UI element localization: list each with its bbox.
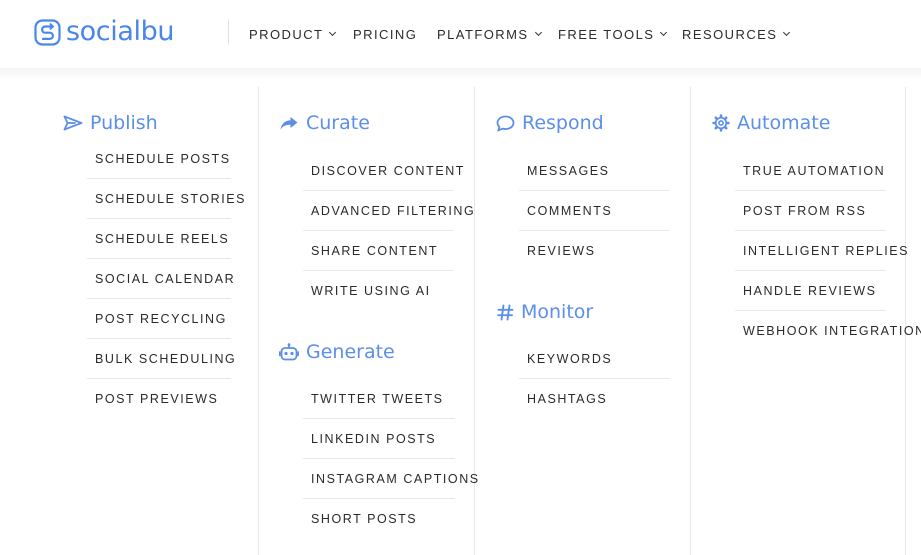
- menu-item-label: COMMENTS: [527, 203, 613, 218]
- menu-item-advanced-filtering[interactable]: ADVANCED FILTERING: [303, 191, 474, 231]
- menu-item-share-content[interactable]: SHARE CONTENT: [303, 231, 454, 271]
- curate-menu-list: DISCOVER CONTENT ADVANCED FILTERING SHAR…: [303, 151, 474, 311]
- paper-plane-icon: [63, 115, 83, 131]
- menu-item-twitter-tweets[interactable]: TWITTER TWEETS: [303, 379, 455, 419]
- menu-item-label: SCHEDULE STORIES: [95, 191, 246, 206]
- menu-item-label: SHARE CONTENT: [311, 243, 439, 258]
- section-publish: Publish: [63, 111, 158, 135]
- menu-item-label: LINKEDIN POSTS: [311, 431, 437, 446]
- menu-item-write-using-ai[interactable]: WRITE USING AI: [303, 271, 454, 311]
- menu-item-label: KEYWORDS: [527, 351, 613, 366]
- chevron-down-icon: [329, 28, 337, 37]
- menu-item-label: TWITTER TWEETS: [311, 391, 444, 406]
- header-shadow: [0, 68, 921, 80]
- menu-item-label: WRITE USING AI: [311, 284, 431, 298]
- menu-item-comments[interactable]: COMMENTS: [519, 191, 670, 231]
- menu-item-bulk-scheduling[interactable]: BULK SCHEDULING: [87, 339, 235, 379]
- gear-icon: [712, 114, 730, 132]
- nav-pricing[interactable]: PRICING: [353, 27, 437, 42]
- section-title-respond: Respond: [522, 112, 604, 134]
- nav-platforms-label: PLATFORMS: [437, 26, 529, 42]
- menu-item-label: DISCOVER CONTENT: [311, 163, 465, 178]
- menu-item-linkedin-posts[interactable]: LINKEDIN POSTS: [303, 419, 455, 459]
- menu-item-discover-content[interactable]: DISCOVER CONTENT: [303, 151, 463, 191]
- section-title-publish: Publish: [90, 112, 158, 134]
- menu-item-true-automation[interactable]: TRUE AUTOMATION: [735, 151, 885, 191]
- generate-menu-list: TWITTER TWEETS LINKEDIN POSTS INSTAGRAM …: [303, 379, 478, 539]
- column-divider: [905, 87, 906, 555]
- menu-item-post-previews[interactable]: POST PREVIEWS: [87, 379, 231, 419]
- section-curate: Curate: [279, 111, 370, 135]
- menu-item-messages[interactable]: MESSAGES: [519, 151, 670, 191]
- menu-item-short-posts[interactable]: SHORT POSTS: [303, 499, 455, 539]
- menu-item-label: INSTAGRAM CAPTIONS: [311, 471, 480, 486]
- monitor-menu-list: KEYWORDS HASHTAGS: [519, 339, 670, 419]
- menu-item-label: WEBHOOK INTEGRATION: [743, 324, 921, 338]
- menu-item-label: ADVANCED FILTERING: [311, 203, 476, 218]
- menu-item-label: POST RECYCLING: [95, 311, 227, 326]
- menu-item-social-calendar[interactable]: SOCIAL CALENDAR: [87, 259, 234, 299]
- menu-item-label: SHORT POSTS: [311, 512, 418, 526]
- nav-resources[interactable]: RESOURCES: [682, 26, 791, 42]
- nav-product-label: PRODUCT: [249, 26, 324, 42]
- chevron-down-icon: [534, 28, 542, 37]
- section-generate: Generate: [279, 340, 395, 364]
- nav-resources-label: RESOURCES: [682, 26, 778, 42]
- menu-item-schedule-stories[interactable]: SCHEDULE STORIES: [87, 179, 244, 219]
- menu-item-label: HANDLE REVIEWS: [743, 283, 877, 298]
- menu-item-intelligent-replies[interactable]: INTELLIGENT REPLIES: [735, 231, 908, 271]
- section-title-monitor: Monitor: [521, 301, 594, 323]
- menu-item-reviews[interactable]: REVIEWS: [519, 231, 670, 271]
- site-header: socialbu PRODUCT PRICING PLATFORMS FREE …: [0, 0, 921, 68]
- chat-bubble-icon: [496, 115, 515, 131]
- menu-item-post-recycling[interactable]: POST RECYCLING: [87, 299, 231, 339]
- brand-name: socialbu: [66, 16, 175, 47]
- menu-item-handle-reviews[interactable]: HANDLE REVIEWS: [735, 271, 885, 311]
- menu-item-schedule-posts[interactable]: SCHEDULE POSTS: [87, 139, 231, 179]
- publish-menu-list: SCHEDULE POSTS SCHEDULE STORIES SCHEDULE…: [87, 139, 244, 419]
- section-title-curate: Curate: [306, 112, 370, 134]
- menu-item-label: TRUE AUTOMATION: [743, 163, 886, 178]
- menu-item-label: REVIEWS: [527, 244, 596, 258]
- menu-item-label: SCHEDULE REELS: [95, 231, 230, 246]
- menu-item-label: POST PREVIEWS: [95, 392, 219, 406]
- menu-item-label: BULK SCHEDULING: [95, 351, 237, 366]
- robot-icon: [279, 343, 299, 361]
- socialbu-logo[interactable]: socialbu: [34, 15, 174, 49]
- column-divider: [258, 87, 259, 555]
- hashtag-icon: [497, 304, 514, 320]
- section-respond: Respond: [496, 111, 604, 135]
- main-nav: PRODUCT PRICING PLATFORMS FREE TOOLS RES…: [249, 25, 791, 43]
- section-title-generate: Generate: [306, 341, 395, 363]
- nav-free-tools[interactable]: FREE TOOLS: [558, 27, 682, 42]
- nav-pricing-label: PRICING: [353, 26, 418, 42]
- menu-item-schedule-reels[interactable]: SCHEDULE REELS: [87, 219, 231, 259]
- menu-item-label: INTELLIGENT REPLIES: [743, 243, 910, 258]
- section-automate: Automate: [712, 111, 830, 135]
- menu-item-label: POST FROM RSS: [743, 203, 867, 218]
- nav-platforms[interactable]: PLATFORMS: [437, 27, 558, 42]
- header-divider: [228, 19, 229, 45]
- section-monitor: Monitor: [497, 300, 593, 324]
- nav-free-tools-label: FREE TOOLS: [558, 26, 655, 42]
- automate-menu-list: TRUE AUTOMATION POST FROM RSS INTELLIGEN…: [735, 151, 921, 351]
- section-title-automate: Automate: [737, 112, 831, 134]
- menu-item-label: MESSAGES: [527, 163, 610, 178]
- menu-item-post-from-rss[interactable]: POST FROM RSS: [735, 191, 885, 231]
- menu-item-instagram-captions[interactable]: INSTAGRAM CAPTIONS: [303, 459, 478, 499]
- menu-item-label: HASHTAGS: [527, 392, 608, 406]
- menu-item-label: SCHEDULE POSTS: [95, 151, 231, 166]
- menu-item-keywords[interactable]: KEYWORDS: [519, 339, 670, 379]
- chevron-down-icon: [660, 28, 668, 37]
- share-arrow-icon: [280, 117, 298, 130]
- socialbu-logo-icon: [34, 18, 61, 46]
- menu-item-label: SOCIAL CALENDAR: [95, 271, 236, 286]
- chevron-down-icon: [783, 28, 791, 37]
- nav-product[interactable]: PRODUCT: [249, 27, 353, 42]
- menu-item-webhook-integration[interactable]: WEBHOOK INTEGRATION: [735, 311, 921, 351]
- respond-menu-list: MESSAGES COMMENTS REVIEWS: [519, 151, 670, 271]
- column-divider: [690, 87, 691, 555]
- menu-item-hashtags[interactable]: HASHTAGS: [519, 379, 670, 419]
